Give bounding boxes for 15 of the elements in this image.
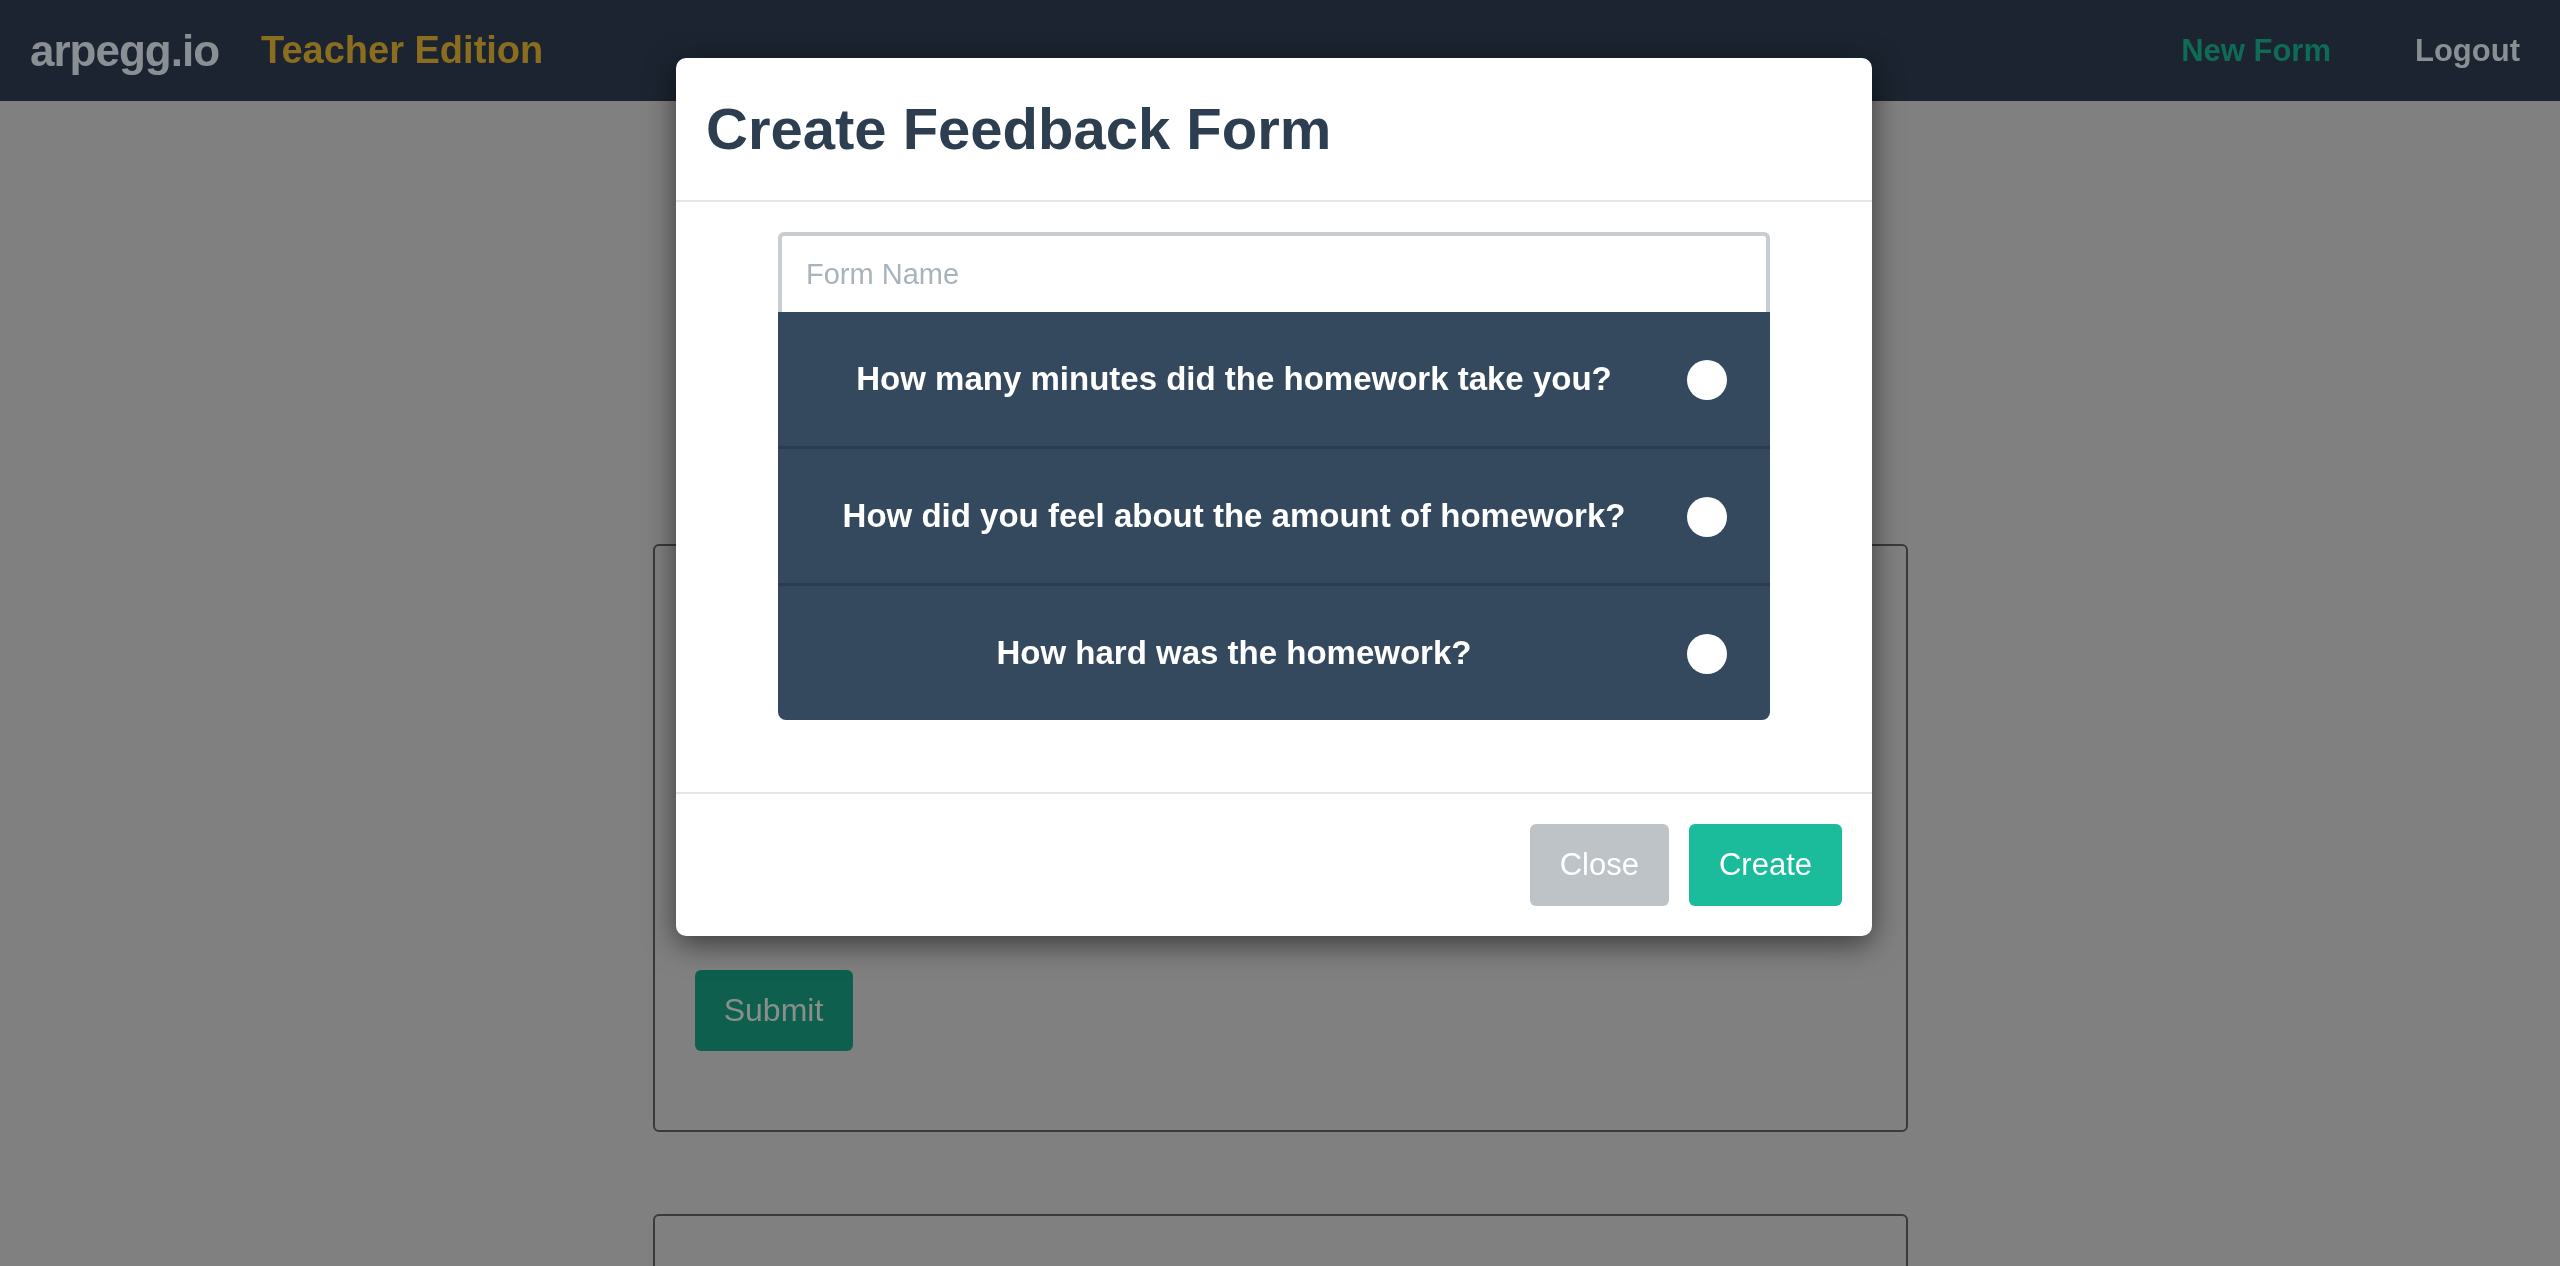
create-button[interactable]: Create	[1688, 824, 1842, 906]
question-toggle[interactable]	[1687, 360, 1727, 400]
question-text: How did you feel about the amount of homework?	[842, 497, 1626, 535]
submit-button[interactable]: Submit	[694, 970, 853, 1051]
question-toggle[interactable]	[1687, 497, 1727, 537]
question-text: How many minutes did the homework take you?	[856, 360, 1612, 398]
nav-link[interactable]: Logout	[2415, 32, 2520, 69]
edition-label: Teacher Edition	[261, 29, 544, 72]
brand-logo[interactable]: arpegg.io	[30, 25, 220, 76]
question-toggle[interactable]	[1687, 634, 1727, 674]
nav-link[interactable]: New Form	[2181, 32, 2331, 69]
form-name-field[interactable]: Form Name	[778, 232, 1770, 312]
close-button[interactable]: Close	[1529, 824, 1669, 906]
modal-title: Create Feedback Form	[706, 95, 1333, 163]
question-text: How hard was the homework?	[996, 634, 1472, 672]
